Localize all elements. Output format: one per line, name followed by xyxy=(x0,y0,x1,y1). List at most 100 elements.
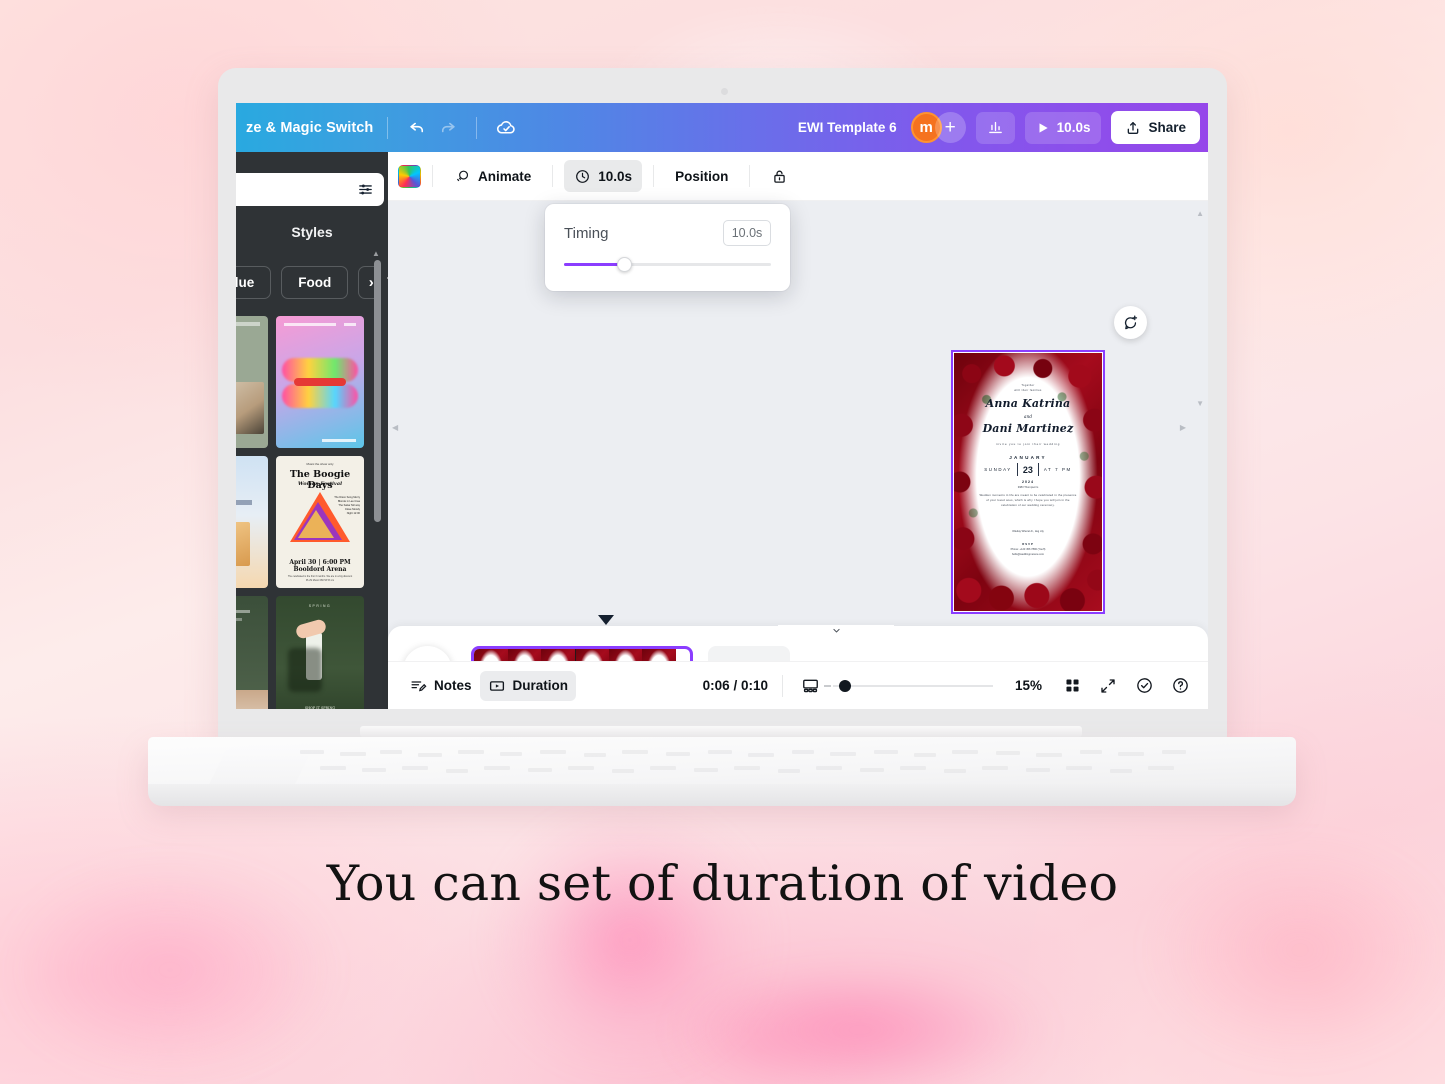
list-item[interactable]: lan xyxy=(236,316,268,448)
laptop-mockup: ze & Magic Switch EWI Template 6 m + 10.… xyxy=(0,0,1445,1084)
document-name[interactable]: EWI Template 6 xyxy=(798,120,897,135)
top-toolbar: ze & Magic Switch EWI Template 6 m + 10.… xyxy=(236,103,1208,152)
timing-label: Timing xyxy=(564,224,609,242)
duration-toggle-button[interactable]: Duration xyxy=(479,670,577,701)
page-view-icon[interactable] xyxy=(797,672,825,700)
page-title: You can set of duration of video xyxy=(326,855,1119,912)
subbar-divider-1 xyxy=(432,165,433,187)
timing-row: Timing 10.0s xyxy=(564,220,771,246)
panel-scrollbar[interactable] xyxy=(374,260,381,522)
timing-popover: Timing 10.0s xyxy=(545,204,790,291)
address-line: Olleday Wherel dr., deg city xyxy=(1012,530,1044,533)
timing-slider-knob[interactable] xyxy=(617,257,632,272)
position-button[interactable]: Position xyxy=(665,160,738,192)
status-bar-right: 0:06 / 0:10 15% xyxy=(703,672,1194,700)
rsvp-email: hello@weddingmerene.com xyxy=(1011,553,1045,556)
timing-slider-fill xyxy=(564,263,624,266)
zoom-slider[interactable] xyxy=(823,679,993,692)
list-item[interactable]: val ilk Gae rt Arena xyxy=(236,456,268,588)
event-date-row: SUNDAY 23 AT 7 PM xyxy=(954,463,1102,476)
share-upload-icon xyxy=(1125,120,1141,136)
animate-icon xyxy=(454,168,471,185)
laptop-hinge xyxy=(360,726,1082,737)
chip-food[interactable]: Food xyxy=(281,266,349,299)
top-toolbar-right: EWI Template 6 m + 10.0s Share xyxy=(798,111,1208,144)
template-thumbnail-grid: lan val xyxy=(236,316,388,709)
toolbar-divider-2 xyxy=(476,116,478,139)
add-member-button[interactable]: + xyxy=(934,112,966,143)
duration-video-icon xyxy=(488,677,506,695)
chip-blue[interactable]: Blue xyxy=(236,266,272,299)
expand-icon[interactable] xyxy=(1094,672,1122,700)
duration-button[interactable]: 10.0s xyxy=(564,160,643,192)
help-circle-icon[interactable] xyxy=(1166,672,1194,700)
event-year: 2024 xyxy=(1022,480,1034,484)
design-canvas[interactable]: Together with their families Anna Katrin… xyxy=(388,201,1208,661)
position-label: Position xyxy=(675,168,729,184)
search-input[interactable] xyxy=(236,173,384,206)
invite-you-line: invite you to join their wedding xyxy=(995,442,1061,446)
rainbow-color-swatch[interactable] xyxy=(398,164,421,188)
preview-duration-label: 10.0s xyxy=(1056,120,1091,135)
clock-icon xyxy=(574,168,591,185)
list-item[interactable] xyxy=(276,316,364,448)
laptop-base-front xyxy=(148,784,1296,806)
timeline-collapse-button[interactable] xyxy=(778,625,894,647)
notes-label: Notes xyxy=(434,678,472,693)
cloud-saved-icon[interactable] xyxy=(491,113,521,143)
lock-button[interactable] xyxy=(761,160,798,192)
timing-slider[interactable] xyxy=(564,257,771,272)
share-button[interactable]: Share xyxy=(1111,111,1200,144)
menu-label[interactable]: ze & Magic Switch xyxy=(246,120,373,136)
redo-icon[interactable] xyxy=(432,113,462,143)
preview-play-button[interactable]: 10.0s xyxy=(1024,111,1102,144)
rsvp-phone: Phone: +123 456 7890 (You'll) xyxy=(1010,548,1046,551)
play-icon xyxy=(1036,121,1050,135)
subbar-divider-4 xyxy=(749,165,751,187)
animate-label: Animate xyxy=(478,168,532,184)
check-circle-icon[interactable] xyxy=(1130,672,1158,700)
zoom-slider-knob[interactable] xyxy=(838,679,851,692)
bar-chart-icon xyxy=(987,119,1004,136)
date-divider-left xyxy=(1016,463,1018,476)
grid-view-icon[interactable] xyxy=(1058,672,1086,700)
zoom-slider-tick xyxy=(823,684,831,687)
canvas-scroll-left-arrow[interactable]: ◀ xyxy=(392,423,398,432)
add-comment-icon[interactable] xyxy=(1114,306,1147,339)
date-divider-right xyxy=(1037,463,1039,476)
list-item[interactable] xyxy=(236,596,268,709)
analytics-button[interactable] xyxy=(975,111,1015,144)
event-time: AT 7 PM xyxy=(1043,467,1072,472)
list-item[interactable]: Music the show only The Boogie Days Woma… xyxy=(276,456,364,588)
rsvp-label: RSVP xyxy=(1022,542,1034,546)
status-divider xyxy=(781,674,783,697)
canvas-scroll-right-arrow[interactable]: ▶ xyxy=(1180,423,1186,432)
venue-line: 3983 Thompson's xyxy=(1017,486,1039,489)
invite-line-1: Together xyxy=(1021,384,1035,387)
wedding-invitation-roses: Together with their families Anna Katrin… xyxy=(954,353,1102,611)
event-day: 23 xyxy=(1022,464,1033,475)
selected-design-element[interactable]: Together with their families Anna Katrin… xyxy=(951,350,1105,614)
animate-button[interactable]: Animate xyxy=(444,160,541,192)
panel-scroll-down-arrow[interactable]: ▼ xyxy=(372,708,380,709)
canvas-scroll-down-arrow[interactable]: ▼ xyxy=(1196,399,1204,408)
zoom-level[interactable]: 15% xyxy=(1015,678,1042,693)
style-category-chips: Blue Food › xyxy=(236,266,385,299)
bottom-status-bar: Notes Duration 0:06 / 0:10 15% xyxy=(388,661,1208,709)
notes-button[interactable]: Notes xyxy=(402,671,480,701)
playhead-marker-icon[interactable] xyxy=(598,615,614,625)
sliders-icon[interactable] xyxy=(357,181,374,198)
canvas-scroll-up-arrow[interactable]: ▲ xyxy=(1196,209,1204,218)
laptop-screen: ze & Magic Switch EWI Template 6 m + 10.… xyxy=(236,103,1208,709)
timing-value-input[interactable]: 10.0s xyxy=(723,220,771,246)
groom-name: Dani Martinez xyxy=(982,422,1074,435)
panel-scroll-up-arrow[interactable]: ▲ xyxy=(372,249,380,258)
time-display: 0:06 / 0:10 xyxy=(702,678,768,693)
invitation-body: Wedden moments in life are meant to be c… xyxy=(979,493,1077,508)
canva-editor-ui: ze & Magic Switch EWI Template 6 m + 10.… xyxy=(236,103,1208,709)
event-weekday: SUNDAY xyxy=(984,467,1012,472)
lock-icon xyxy=(771,168,788,185)
undo-icon[interactable] xyxy=(402,113,432,143)
subbar-divider-3 xyxy=(653,165,655,187)
list-item[interactable]: SPRING SHOP IT SPRING asdfkty.com xyxy=(276,596,364,709)
